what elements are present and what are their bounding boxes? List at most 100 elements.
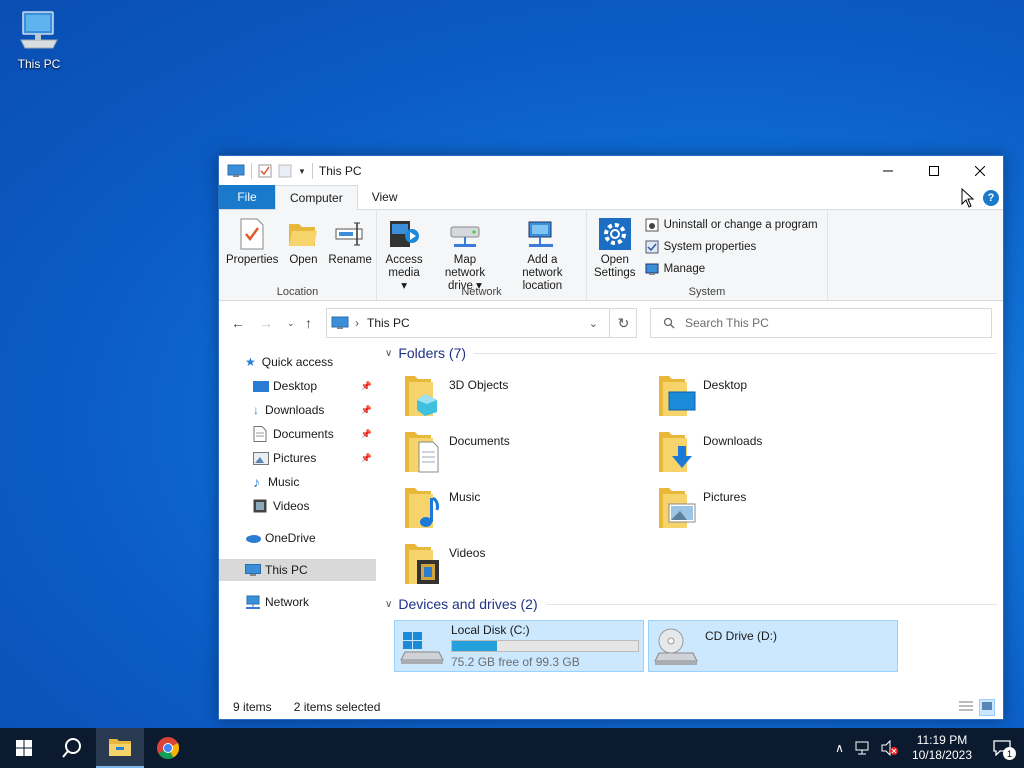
file-explorer-taskbar-button[interactable] <box>96 728 144 768</box>
search-input[interactable]: Search This PC <box>650 308 992 338</box>
nav-downloads[interactable]: ↓ Downloads 📌 <box>219 399 376 421</box>
recent-locations-button[interactable]: ⌄ <box>287 318 295 329</box>
desktop-folder-icon <box>253 380 269 392</box>
action-center-button[interactable]: 1 <box>980 728 1024 768</box>
network-icon <box>246 595 260 609</box>
minimize-icon <box>883 170 893 172</box>
documents-folder-icon <box>405 432 439 473</box>
nav-quick-access[interactable]: ★ Quick access <box>219 351 376 373</box>
nav-videos[interactable]: Videos <box>219 495 376 517</box>
network-status-icon[interactable] <box>855 741 871 755</box>
nav-pictures[interactable]: Pictures 📌 <box>219 447 376 469</box>
large-icons-view-button[interactable] <box>979 699 995 716</box>
item-count: 9 items <box>233 700 272 714</box>
nav-documents[interactable]: Documents 📌 <box>219 423 376 445</box>
open-settings-button[interactable]: Open Settings <box>591 216 639 280</box>
network-drive-icon <box>450 226 480 247</box>
desktop-folder-icon <box>659 376 696 416</box>
this-pc-small-icon <box>227 164 245 177</box>
properties-icon <box>240 218 264 250</box>
drive-d-name: CD Drive (D:) <box>705 629 777 643</box>
add-network-location-button[interactable]: Add a network location <box>503 216 582 293</box>
nav-onedrive[interactable]: OneDrive <box>219 527 376 549</box>
documents-icon <box>253 426 267 442</box>
pin-icon: 📌 <box>360 404 372 415</box>
title-bar[interactable]: ▼ This PC <box>219 156 1003 186</box>
close-button[interactable] <box>957 156 1003 186</box>
folder-videos[interactable]: Videos <box>401 540 641 588</box>
system-properties-button[interactable]: System properties <box>645 238 818 256</box>
desktop-this-pc-icon[interactable]: This PC <box>10 8 68 71</box>
minimize-button[interactable] <box>865 156 911 186</box>
windows-drive-icon <box>400 632 444 664</box>
folder-desktop[interactable]: Desktop <box>655 372 895 420</box>
tab-file[interactable]: File <box>219 185 275 209</box>
mouse-cursor-icon <box>961 188 975 208</box>
address-dropdown-icon[interactable]: ⌄ <box>589 317 598 330</box>
nav-network[interactable]: Network <box>219 591 376 613</box>
system-properties-icon <box>645 240 659 254</box>
drive-local-disk-c[interactable]: Local Disk (C:) 75.2 GB free of 99.3 GB <box>394 620 644 672</box>
folder-documents[interactable]: Documents <box>401 428 641 476</box>
map-network-drive-button[interactable]: Map network drive ▾ <box>429 216 501 293</box>
address-bar[interactable]: › This PC ⌄ <box>326 308 637 338</box>
nav-music[interactable]: ♪ Music <box>219 471 376 493</box>
folders-section-header[interactable]: ∨ Folders (7) <box>385 343 997 363</box>
folder-music[interactable]: Music <box>401 484 641 532</box>
uninstall-program-button[interactable]: Uninstall or change a program <box>645 216 818 234</box>
forward-button[interactable]: → <box>259 315 273 331</box>
folder-downloads[interactable]: Downloads <box>655 428 895 476</box>
open-button[interactable]: Open <box>283 216 323 267</box>
nav-this-pc[interactable]: This PC <box>219 559 376 581</box>
maximize-icon <box>929 166 939 176</box>
help-button[interactable]: ? <box>983 190 999 206</box>
manage-button[interactable]: Manage <box>645 260 818 278</box>
up-button[interactable]: ↑ <box>305 315 312 331</box>
search-button[interactable] <box>48 728 96 768</box>
tab-computer[interactable]: Computer <box>275 185 358 210</box>
devices-section-header[interactable]: ∨ Devices and drives (2) <box>385 594 997 614</box>
access-media-button[interactable]: Access media ▾ <box>381 216 427 293</box>
close-icon <box>975 166 985 176</box>
properties-qat-icon[interactable] <box>258 164 272 178</box>
computer-icon <box>245 563 261 576</box>
back-button[interactable]: ← <box>231 315 245 331</box>
uninstall-icon <box>645 218 659 232</box>
details-view-button[interactable] <box>959 700 973 715</box>
manage-icon <box>645 263 659 275</box>
breadcrumb-separator-icon: › <box>355 316 359 330</box>
clock[interactable]: 11:19 PM 10/18/2023 <box>904 733 980 763</box>
ribbon-group-system: Open Settings Uninstall or change a prog… <box>587 210 828 300</box>
show-hidden-icons-button[interactable]: ∧ <box>829 741 850 755</box>
pictures-folder-icon <box>659 488 696 528</box>
chevron-down-icon: ⌄ <box>287 318 295 328</box>
chevron-down-icon: ∨ <box>385 347 393 359</box>
chrome-taskbar-button[interactable] <box>144 728 192 768</box>
refresh-button[interactable]: ↻ <box>609 308 637 338</box>
drive-c-usage-bar <box>451 640 639 652</box>
drive-cd-d[interactable]: CD Drive (D:) <box>648 620 898 672</box>
group-label-network: Network <box>461 286 502 298</box>
maximize-button[interactable] <box>911 156 957 186</box>
chevron-down-icon: ∨ <box>385 598 393 610</box>
folder-3d-objects[interactable]: 3D Objects <box>401 372 641 420</box>
videos-icon <box>253 499 267 513</box>
pin-icon: 📌 <box>360 428 372 439</box>
tab-view[interactable]: View <box>358 185 412 209</box>
search-icon <box>62 738 81 758</box>
volume-muted-icon[interactable] <box>881 740 899 756</box>
properties-button[interactable]: Properties <box>223 216 281 267</box>
qat-dropdown-icon[interactable]: ▼ <box>298 167 306 176</box>
drive-c-usage-fill <box>452 641 498 651</box>
new-folder-qat-icon[interactable] <box>278 164 292 178</box>
nav-desktop[interactable]: Desktop 📌 <box>219 375 376 397</box>
cd-drive-icon <box>654 628 698 665</box>
rename-button[interactable]: Rename <box>325 216 374 267</box>
desktop-icon-label: This PC <box>17 57 61 71</box>
quick-access-toolbar: ▼ <box>219 156 313 186</box>
notification-count-badge: 1 <box>1003 747 1016 760</box>
cloud-icon <box>246 535 261 543</box>
start-button[interactable] <box>0 728 48 768</box>
folder-pictures[interactable]: Pictures <box>655 484 895 532</box>
arrow-right-icon: → <box>259 315 273 331</box>
